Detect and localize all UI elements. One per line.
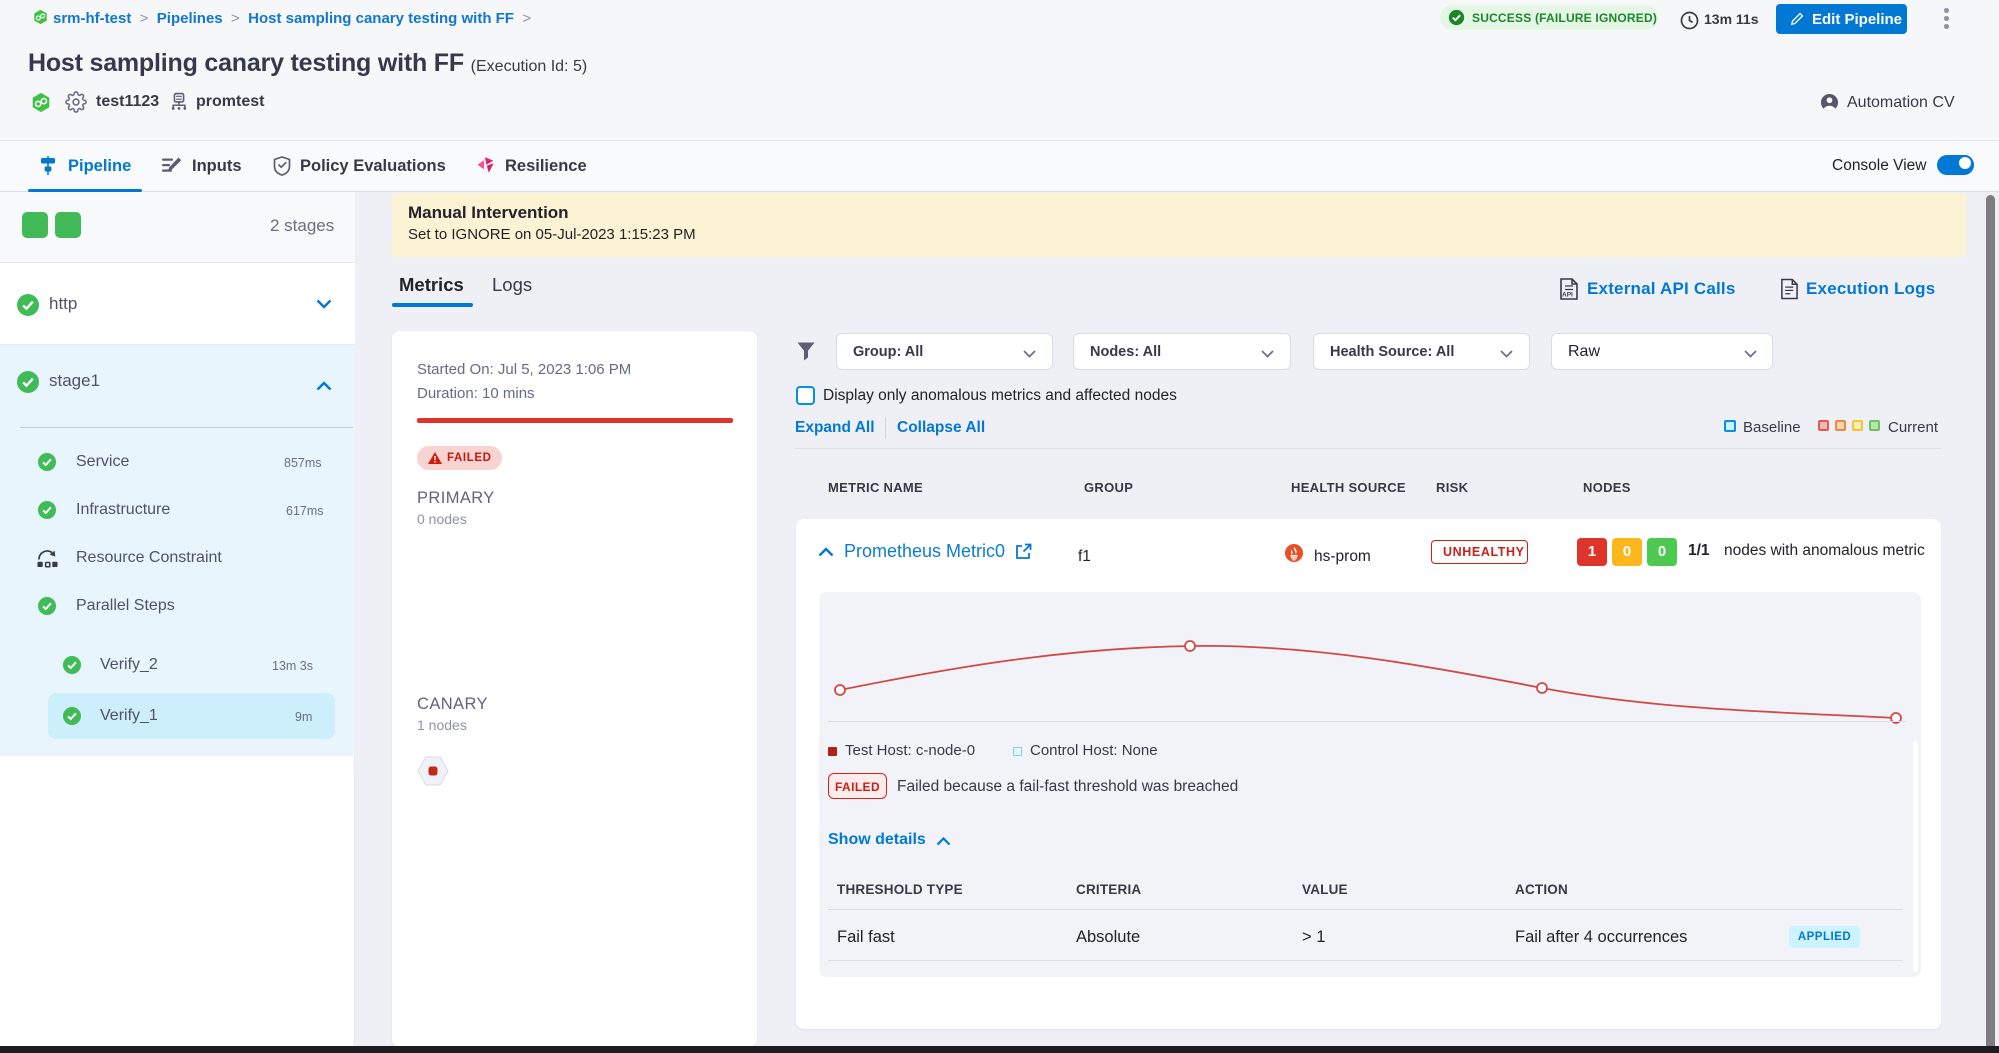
svg-text:API: API <box>1562 292 1573 299</box>
